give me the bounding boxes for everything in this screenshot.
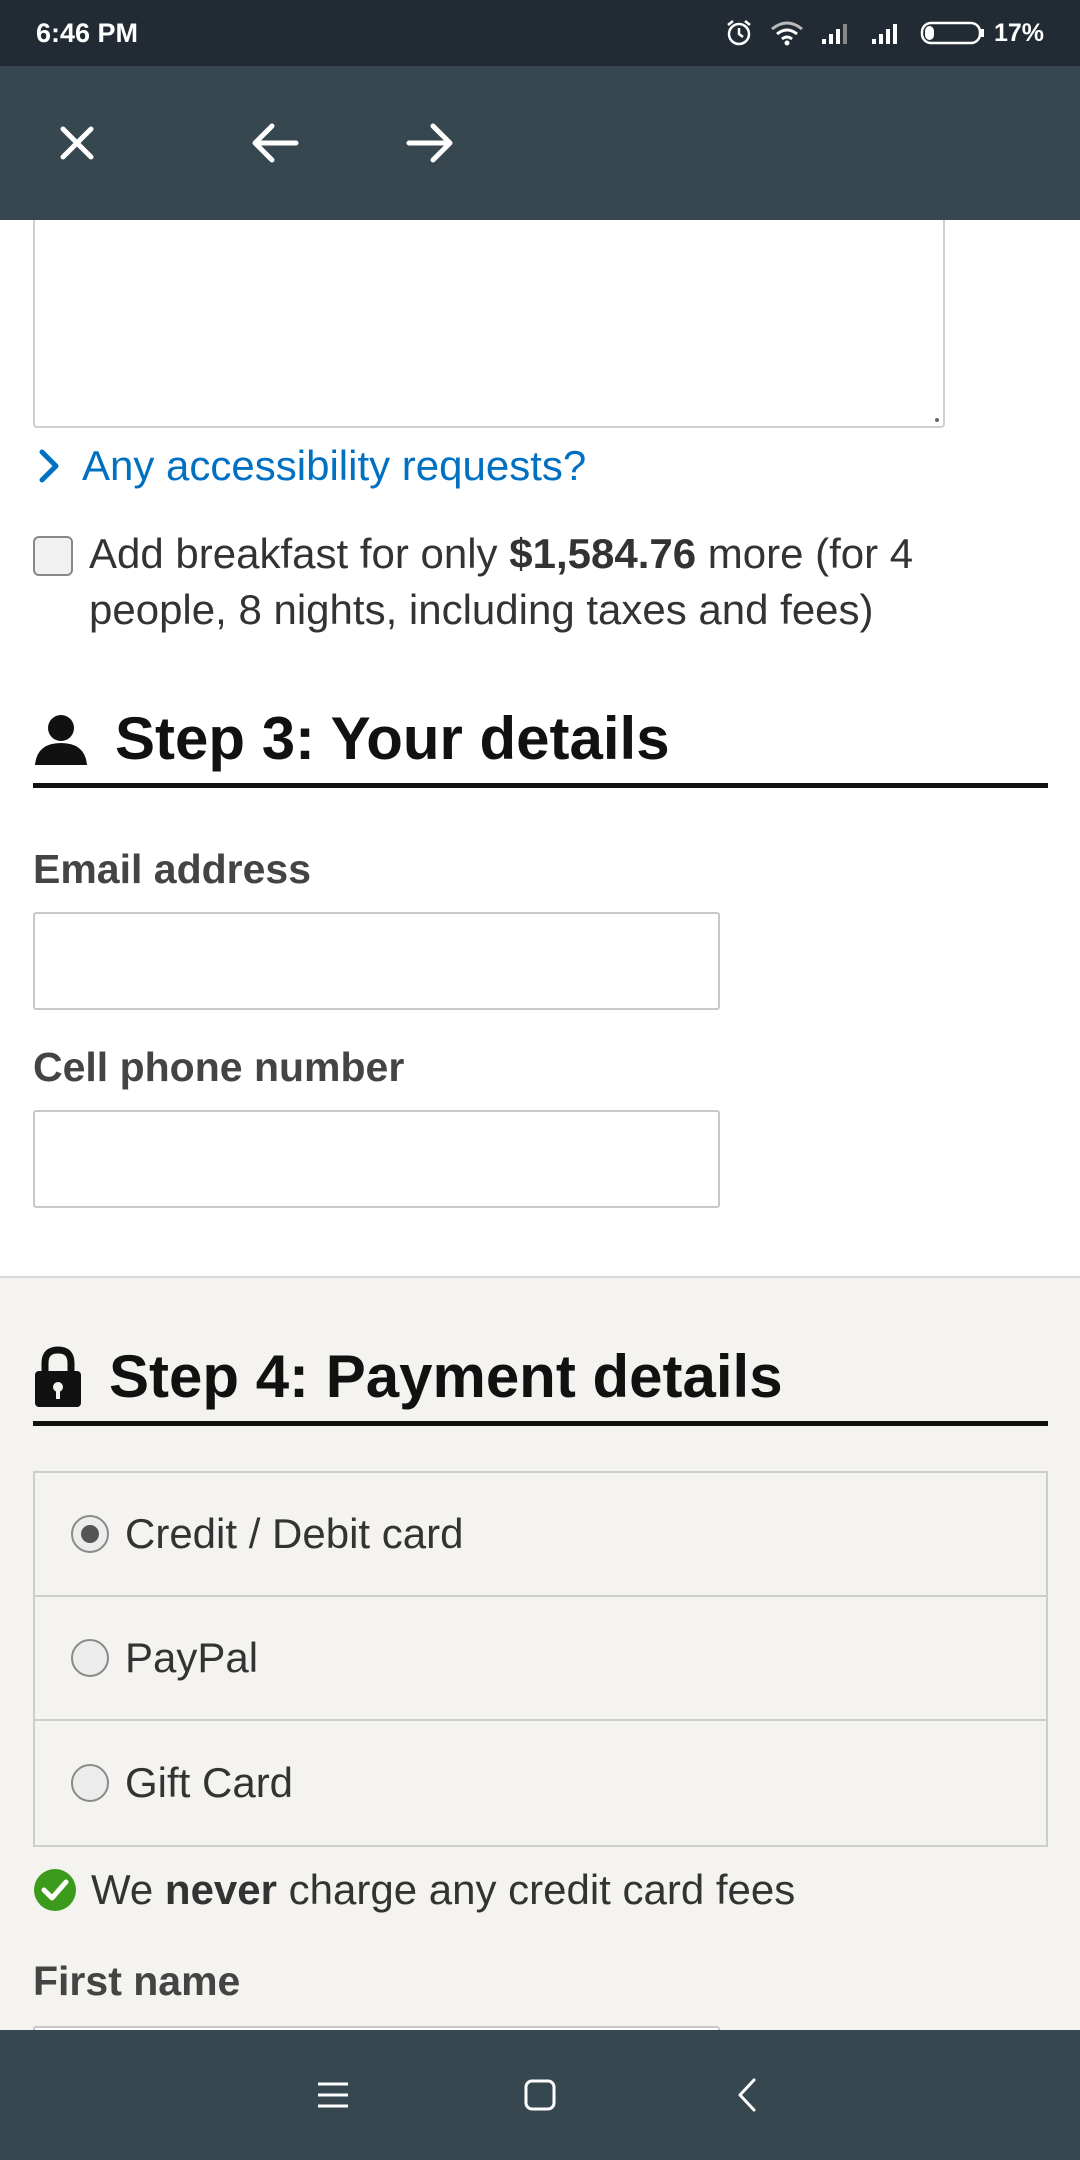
- fees-note-text: We never charge any credit card fees: [91, 1866, 795, 1914]
- arrow-left-icon: [252, 123, 299, 163]
- menu-button[interactable]: [303, 2065, 363, 2125]
- add-breakfast-option[interactable]: Add breakfast for only $1,584.76 more (f…: [33, 526, 1023, 638]
- first-name-label: First name: [33, 1958, 241, 2004]
- chevron-right-icon: [39, 449, 59, 483]
- status-bar: 6:46 PM 17%: [0, 0, 1080, 66]
- battery-icon: [920, 20, 986, 46]
- step4-heading: Step 4: Payment details: [33, 1342, 1048, 1426]
- phone-label: Cell phone number: [33, 1044, 405, 1090]
- signal-icon: [870, 21, 904, 45]
- payment-option-gift-card[interactable]: Gift Card: [35, 1721, 1046, 1845]
- navigation-bar: [0, 2030, 1080, 2160]
- back-nav-button[interactable]: [717, 2065, 777, 2125]
- radio-paypal[interactable]: [71, 1639, 109, 1677]
- battery-indicator: 17%: [920, 19, 1044, 48]
- step3-title: Step 3: Your details: [115, 705, 670, 772]
- battery-percent: 17%: [993, 18, 1044, 47]
- browser-toolbar: [0, 66, 1080, 220]
- payment-option-label[interactable]: Gift Card: [125, 1759, 293, 1807]
- payment-method-options: Credit / Debit card PayPal Gift Card: [33, 1471, 1048, 1847]
- arrow-right-icon: [406, 123, 453, 163]
- step3-heading: Step 3: Your details: [33, 704, 1048, 788]
- radio-card[interactable]: [71, 1515, 109, 1553]
- status-icons: 17%: [724, 18, 1044, 48]
- alarm-icon: [724, 18, 754, 48]
- payment-section: Step 4: Payment details Credit / Debit c…: [0, 1276, 1080, 2030]
- accessibility-link-label[interactable]: Any accessibility requests?: [82, 442, 586, 490]
- lock-icon: [35, 1345, 81, 1407]
- breakfast-price: $1,584.76: [509, 530, 697, 577]
- special-requests-textarea[interactable]: [33, 220, 945, 428]
- forward-button[interactable]: [395, 108, 465, 178]
- user-icon: [35, 714, 87, 765]
- check-circle-icon: [34, 1869, 76, 1911]
- phone-field[interactable]: [33, 1110, 720, 1208]
- payment-option-label[interactable]: Credit / Debit card: [125, 1510, 463, 1558]
- payment-option-paypal[interactable]: PayPal: [35, 1597, 1046, 1721]
- signal-icon: [820, 21, 854, 45]
- home-icon: [524, 2079, 556, 2111]
- close-icon: [60, 126, 94, 160]
- home-button[interactable]: [510, 2065, 570, 2125]
- menu-icon: [318, 2082, 349, 2108]
- fees-note-prefix: We: [91, 1866, 165, 1913]
- email-label: Email address: [33, 846, 312, 892]
- accessibility-requests-link[interactable]: Any accessibility requests?: [38, 442, 586, 490]
- radio-selected-dot: [81, 1525, 99, 1543]
- breakfast-checkbox[interactable]: [33, 536, 73, 576]
- payment-option-label[interactable]: PayPal: [125, 1634, 258, 1682]
- back-button[interactable]: [240, 108, 310, 178]
- step4-title: Step 4: Payment details: [109, 1343, 783, 1410]
- fees-note-bold: never: [164, 1866, 277, 1913]
- email-field[interactable]: [33, 912, 720, 1010]
- fees-note-suffix: charge any credit card fees: [277, 1866, 796, 1913]
- resize-handle-icon[interactable]: [935, 418, 939, 422]
- radio-gift-card[interactable]: [71, 1764, 109, 1802]
- status-time: 6:46 PM: [36, 17, 139, 48]
- breakfast-description: Add breakfast for only $1,584.76 more (f…: [89, 526, 1023, 638]
- payment-option-card[interactable]: Credit / Debit card: [35, 1473, 1046, 1597]
- breakfast-prefix: Add breakfast for only: [89, 530, 510, 577]
- page-content: Any accessibility requests? Add breakfas…: [0, 220, 1080, 2030]
- wifi-icon: [770, 20, 804, 46]
- back-icon: [738, 2078, 756, 2112]
- no-fees-note: We never charge any credit card fees: [33, 1866, 795, 1914]
- close-button[interactable]: [42, 108, 112, 178]
